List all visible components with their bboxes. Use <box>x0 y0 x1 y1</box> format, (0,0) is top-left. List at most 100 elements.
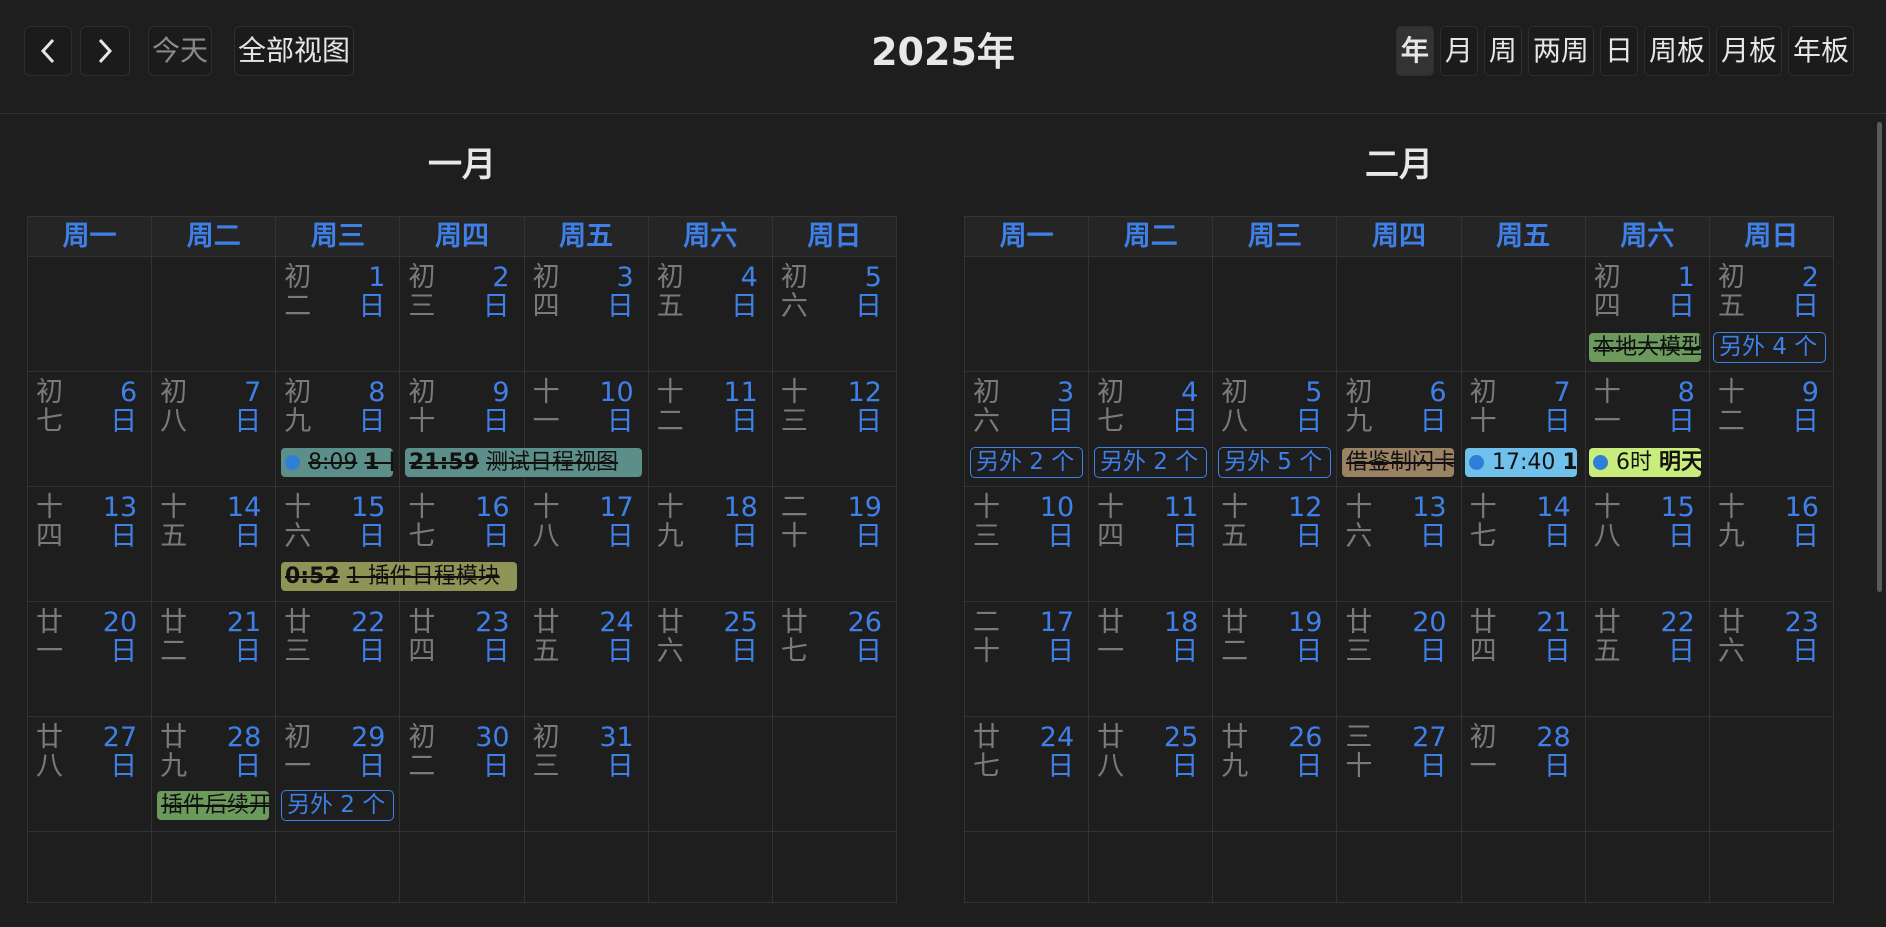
day-cell[interactable]: 初二 1 日 <box>276 257 401 371</box>
more-events-button[interactable]: 另外 2 个 <box>970 447 1083 478</box>
day-cell[interactable]: 十二 9 日 <box>1710 372 1833 486</box>
day-cell[interactable]: 廿四 21 日 <box>1462 602 1586 716</box>
day-cell[interactable]: 二十 19 日 <box>773 487 896 601</box>
event-item[interactable]: 6时 明天 <box>1589 448 1701 477</box>
day-cell[interactable]: 廿五 22 日 <box>1586 602 1710 716</box>
day-cell[interactable]: 廿四 23 日 <box>400 602 525 716</box>
day-cell[interactable]: 十五 14 日 <box>152 487 277 601</box>
day-cell[interactable]: 十四 11 日 <box>1089 487 1214 601</box>
event-item[interactable]: 17:40 1 <box>1465 448 1577 477</box>
day-cell[interactable]: 初七 6 日 <box>28 372 153 486</box>
day-cell[interactable]: 初四 3 日 <box>525 257 649 371</box>
event-title: 借鉴制闪卡 <box>1346 450 1454 475</box>
month-title: 二月 <box>1365 145 1433 185</box>
day-cell[interactable]: 廿三 22 日 <box>276 602 401 716</box>
event-item[interactable]: 8:09 1 日 <box>281 448 393 477</box>
day-cell[interactable]: 廿一 18 日 <box>1089 602 1214 716</box>
day-number: 23 <box>475 607 510 638</box>
week-row: 廿一 20 日廿二 21 日廿三 22 日廿四 23 日廿五 24 日廿六 25 日廿七 26 日 <box>28 602 896 717</box>
empty-day-cell <box>1089 257 1214 371</box>
vertical-scrollbar[interactable] <box>1877 122 1882 592</box>
lunar-date: 廿三 <box>1345 607 1373 667</box>
more-events-button[interactable]: 另外 2 个 <box>1094 447 1207 478</box>
day-cell[interactable]: 十五 12 日 <box>1213 487 1338 601</box>
day-cell[interactable]: 十八 15 日 <box>1586 487 1710 601</box>
day-suffix: 日 <box>1667 291 1695 322</box>
lunar-date: 初八 <box>1221 377 1249 437</box>
day-suffix: 日 <box>606 406 634 437</box>
day-suffix: 日 <box>1543 406 1571 437</box>
day-cell[interactable]: 二十 17 日 <box>965 602 1090 716</box>
lunar-date: 廿四 <box>408 607 436 667</box>
day-cell[interactable]: 廿三 20 日 <box>1337 602 1462 716</box>
day-number: 8 <box>368 377 386 408</box>
view-day-button[interactable]: 日 <box>1599 26 1638 76</box>
day-suffix: 日 <box>358 291 386 322</box>
day-cell[interactable]: 三十 27 日 <box>1337 717 1462 831</box>
day-suffix: 日 <box>1419 406 1447 437</box>
day-cell[interactable]: 初一 28 日 <box>1462 717 1586 831</box>
day-cell[interactable]: 初五 4 日 <box>649 257 773 371</box>
view-year-board-button[interactable]: 年板 <box>1787 26 1854 76</box>
day-number: 6 <box>119 377 138 408</box>
day-number: 28 <box>1536 722 1571 753</box>
solar-date: 23 日 <box>1779 608 1819 666</box>
event-item[interactable]: 借鉴制闪卡 <box>1342 448 1454 477</box>
day-cell[interactable]: 廿八 25 日 <box>1089 717 1214 831</box>
day-cell[interactable]: 十八 17 日 <box>525 487 649 601</box>
day-number: 15 <box>351 492 386 523</box>
day-cell[interactable]: 十六 13 日 <box>1337 487 1462 601</box>
day-suffix: 日 <box>1295 751 1323 782</box>
day-suffix: 日 <box>482 291 510 322</box>
day-cell[interactable]: 十二 11 日 <box>649 372 773 486</box>
day-suffix: 日 <box>482 406 510 437</box>
event-item[interactable]: 21:59 测试日程视图 <box>405 448 642 477</box>
view-month-button[interactable]: 月 <box>1439 26 1478 76</box>
day-cell[interactable]: 廿二 21 日 <box>152 602 277 716</box>
empty-day-cell <box>1089 832 1214 902</box>
more-events-button[interactable]: 另外 5 个 <box>1218 447 1331 478</box>
day-cell[interactable]: 廿六 23 日 <box>1710 602 1833 716</box>
empty-day-cell <box>1213 257 1338 371</box>
day-cell[interactable]: 廿五 24 日 <box>525 602 649 716</box>
day-cell[interactable]: 初三 31 日 <box>525 717 649 831</box>
event-item[interactable]: 本地大模型 <box>1589 333 1701 362</box>
view-month-board-button[interactable]: 月板 <box>1715 26 1782 76</box>
view-two-week-button[interactable]: 两周 <box>1527 26 1594 76</box>
day-suffix: 日 <box>1295 521 1323 552</box>
day-cell[interactable]: 初八 7 日 <box>152 372 277 486</box>
day-cell[interactable]: 十七 14 日 <box>1462 487 1586 601</box>
view-year-button[interactable]: 年 <box>1395 26 1434 76</box>
day-cell[interactable]: 十九 16 日 <box>1710 487 1833 601</box>
day-suffix: 日 <box>1047 406 1075 437</box>
day-cell[interactable]: 十四 13 日 <box>28 487 153 601</box>
day-suffix: 日 <box>1171 406 1199 437</box>
day-cell[interactable]: 初三 2 日 <box>400 257 525 371</box>
solar-date: 23 日 <box>470 607 510 666</box>
day-cell[interactable]: 十九 18 日 <box>649 487 773 601</box>
more-events-button[interactable]: 另外 2 个 <box>281 790 394 821</box>
day-number: 14 <box>1536 492 1571 523</box>
day-cell[interactable]: 廿七 26 日 <box>773 602 896 716</box>
day-cell[interactable]: 十三 12 日 <box>773 372 896 486</box>
day-cell[interactable]: 十三 10 日 <box>965 487 1090 601</box>
event-item[interactable]: 0:52 1 插件日程模块 <box>281 562 517 591</box>
lunar-date: 初二 <box>284 262 312 322</box>
more-events-button[interactable]: 另外 4 个 <box>1713 332 1826 363</box>
day-cell[interactable]: 廿八 27 日 <box>28 717 153 831</box>
day-cell[interactable]: 初二 30 日 <box>400 717 525 831</box>
day-cell[interactable]: 廿六 25 日 <box>649 602 773 716</box>
view-week-board-button[interactable]: 周板 <box>1643 26 1710 76</box>
day-cell[interactable]: 初六 5 日 <box>773 257 896 371</box>
day-suffix: 日 <box>110 751 138 782</box>
lunar-date: 初七 <box>1097 377 1125 437</box>
day-suffix: 日 <box>1543 636 1571 667</box>
day-cell[interactable]: 廿二 19 日 <box>1213 602 1338 716</box>
day-cell[interactable]: 廿九 26 日 <box>1213 717 1338 831</box>
day-cell[interactable]: 廿七 24 日 <box>965 717 1090 831</box>
event-item[interactable]: 插件后续开 <box>157 791 269 820</box>
day-suffix: 日 <box>854 636 882 667</box>
view-week-button[interactable]: 周 <box>1483 26 1522 76</box>
day-number: 23 <box>1784 607 1819 638</box>
day-cell[interactable]: 廿一 20 日 <box>28 602 153 716</box>
